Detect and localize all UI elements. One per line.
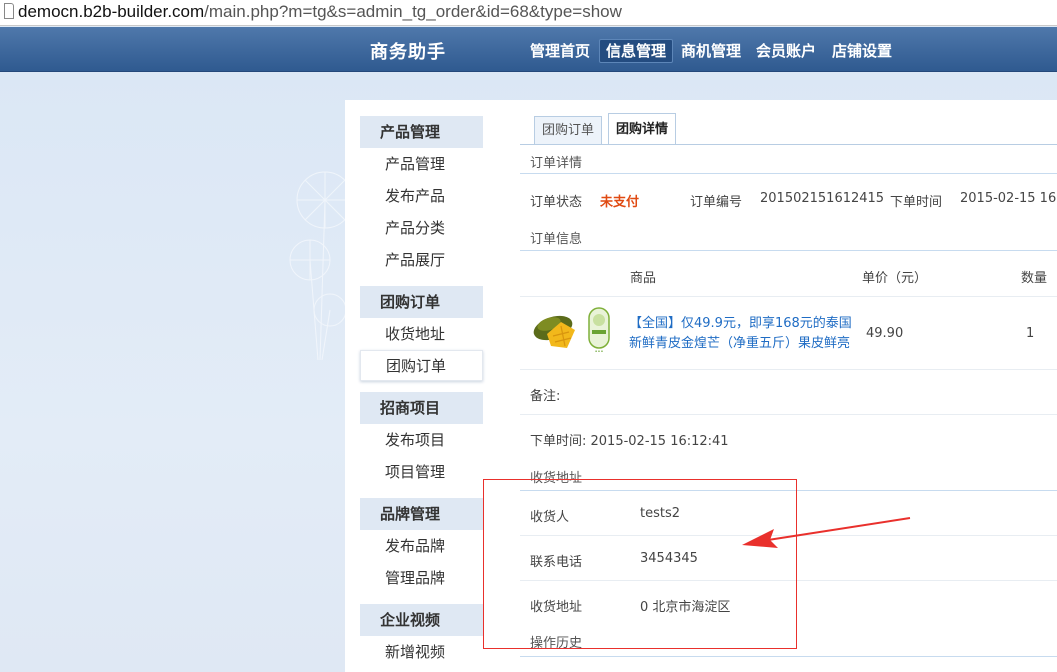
status-badge: 未支付: [600, 195, 640, 210]
divider: [520, 296, 1057, 297]
sidebar-item-product-showroom[interactable]: 产品展厅: [360, 245, 483, 276]
sidebar: 产品管理 产品管理 发布产品 产品分类 产品展厅 团购订单 收货地址 团购订单 …: [345, 100, 498, 672]
order-time-label: 下单时间: [890, 195, 943, 210]
column-header-quantity: 数量: [1021, 271, 1048, 286]
sidebar-group-video[interactable]: 企业视频: [360, 604, 483, 636]
section-order-info: 订单信息: [530, 232, 583, 247]
section-order-detail: 订单详情: [530, 156, 583, 171]
product-name-link[interactable]: 【全国】仅49.9元，即享168元的泰国新鲜青皮金煌芒（净重五斤）果皮鲜亮: [629, 314, 854, 354]
sidebar-item-group-order[interactable]: 团购订单: [360, 350, 483, 381]
top-navigation: 商务助手 管理首页 信息管理 商机管理 会员账户 店铺设置: [0, 27, 1057, 72]
tab-divider: [520, 144, 1057, 145]
sidebar-group-group-order[interactable]: 团购订单: [360, 286, 483, 318]
column-header-product: 商品: [630, 271, 657, 286]
brand-title: 商务助手: [370, 42, 446, 63]
tab-group-order[interactable]: 团购订单: [534, 116, 603, 144]
sidebar-item-product-category[interactable]: 产品分类: [360, 213, 483, 244]
sidebar-item-product-manage[interactable]: 产品管理: [360, 149, 483, 180]
sidebar-group-brand[interactable]: 品牌管理: [360, 498, 483, 530]
divider: [520, 369, 1057, 370]
tab-group-detail[interactable]: 团购详情: [608, 113, 677, 145]
sidebar-group-investment[interactable]: 招商项目: [360, 392, 483, 424]
nav-shop-settings[interactable]: 店铺设置: [826, 39, 898, 63]
sidebar-item-address[interactable]: 收货地址: [360, 319, 483, 350]
sidebar-item-manage-brand[interactable]: 管理品牌: [360, 563, 483, 594]
order-number-value: 201502151612415: [760, 191, 885, 206]
url-domain: democn.b2b-builder.com: [18, 2, 205, 21]
url-path: /main.php?m=tg&s=admin_tg_order&id=68&ty…: [204, 2, 622, 21]
product-image[interactable]: •••: [531, 304, 613, 356]
order-number-label: 订单编号: [690, 195, 743, 210]
annotation-arrow-icon: [742, 517, 911, 548]
column-header-price: 单价（元）: [862, 271, 928, 286]
sidebar-item-project-manage[interactable]: 项目管理: [360, 457, 483, 488]
address-bar[interactable]: democn.b2b-builder.com/main.php?m=tg&s=a…: [0, 0, 1057, 26]
remark-label: 备注:: [530, 389, 561, 404]
nav-home[interactable]: 管理首页: [524, 39, 596, 63]
order-time-line: 下单时间: 2015-02-15 16:12:41: [530, 434, 729, 449]
sidebar-item-publish-product[interactable]: 发布产品: [360, 181, 483, 212]
nav-info-manage[interactable]: 信息管理: [599, 39, 674, 63]
status-label: 订单状态: [530, 195, 583, 210]
annotation-highlight-box: [483, 479, 797, 649]
divider: [520, 173, 1057, 174]
sidebar-item-publish-brand[interactable]: 发布品牌: [360, 531, 483, 562]
divider: [520, 250, 1057, 251]
page-icon: [4, 3, 14, 19]
divider: [520, 414, 1057, 415]
nav-business-manage[interactable]: 商机管理: [675, 39, 747, 63]
sidebar-item-add-video[interactable]: 新增视频: [360, 637, 483, 668]
product-quantity: 1: [1026, 326, 1035, 341]
svg-text:•••: •••: [595, 349, 604, 355]
sidebar-item-publish-project[interactable]: 发布项目: [360, 425, 483, 456]
product-price: 49.90: [866, 326, 904, 341]
divider: [520, 656, 1057, 657]
order-time-value: 2015-02-15 16:12: [960, 191, 1057, 206]
sidebar-group-product[interactable]: 产品管理: [360, 116, 483, 148]
nav-member-account[interactable]: 会员账户: [750, 39, 822, 63]
